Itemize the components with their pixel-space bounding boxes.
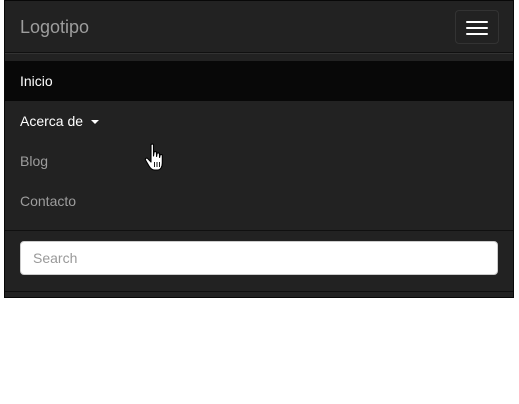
hamburger-menu-icon — [466, 21, 488, 23]
nav-item-label: Acerca de — [20, 113, 84, 129]
brand-logo[interactable]: Logotipo — [20, 17, 89, 37]
nav-item-acerca-de[interactable]: Acerca de — [5, 101, 513, 141]
nav-item-inicio[interactable]: Inicio — [5, 61, 513, 101]
nav-menu: Inicio Acerca de Blog Contacto — [5, 61, 513, 221]
nav-item-label: Blog — [20, 153, 49, 169]
navbar: Logotipo Inicio Acerca de Blog Contacto — [4, 0, 514, 298]
navbar-header: Logotipo — [5, 1, 513, 53]
hamburger-bar — [466, 27, 488, 29]
nav-item-contacto[interactable]: Contacto — [5, 181, 513, 221]
nav-divider — [5, 53, 513, 61]
caret-down-icon — [90, 120, 99, 125]
menu-toggle-button[interactable] — [455, 10, 499, 44]
navbar-form — [5, 230, 513, 292]
nav-item-label: Contacto — [20, 193, 77, 209]
nav-item-label: Inicio — [20, 73, 53, 89]
nav-item-blog[interactable]: Blog — [5, 141, 513, 181]
hamburger-bar — [466, 33, 488, 35]
search-input[interactable] — [20, 241, 498, 275]
